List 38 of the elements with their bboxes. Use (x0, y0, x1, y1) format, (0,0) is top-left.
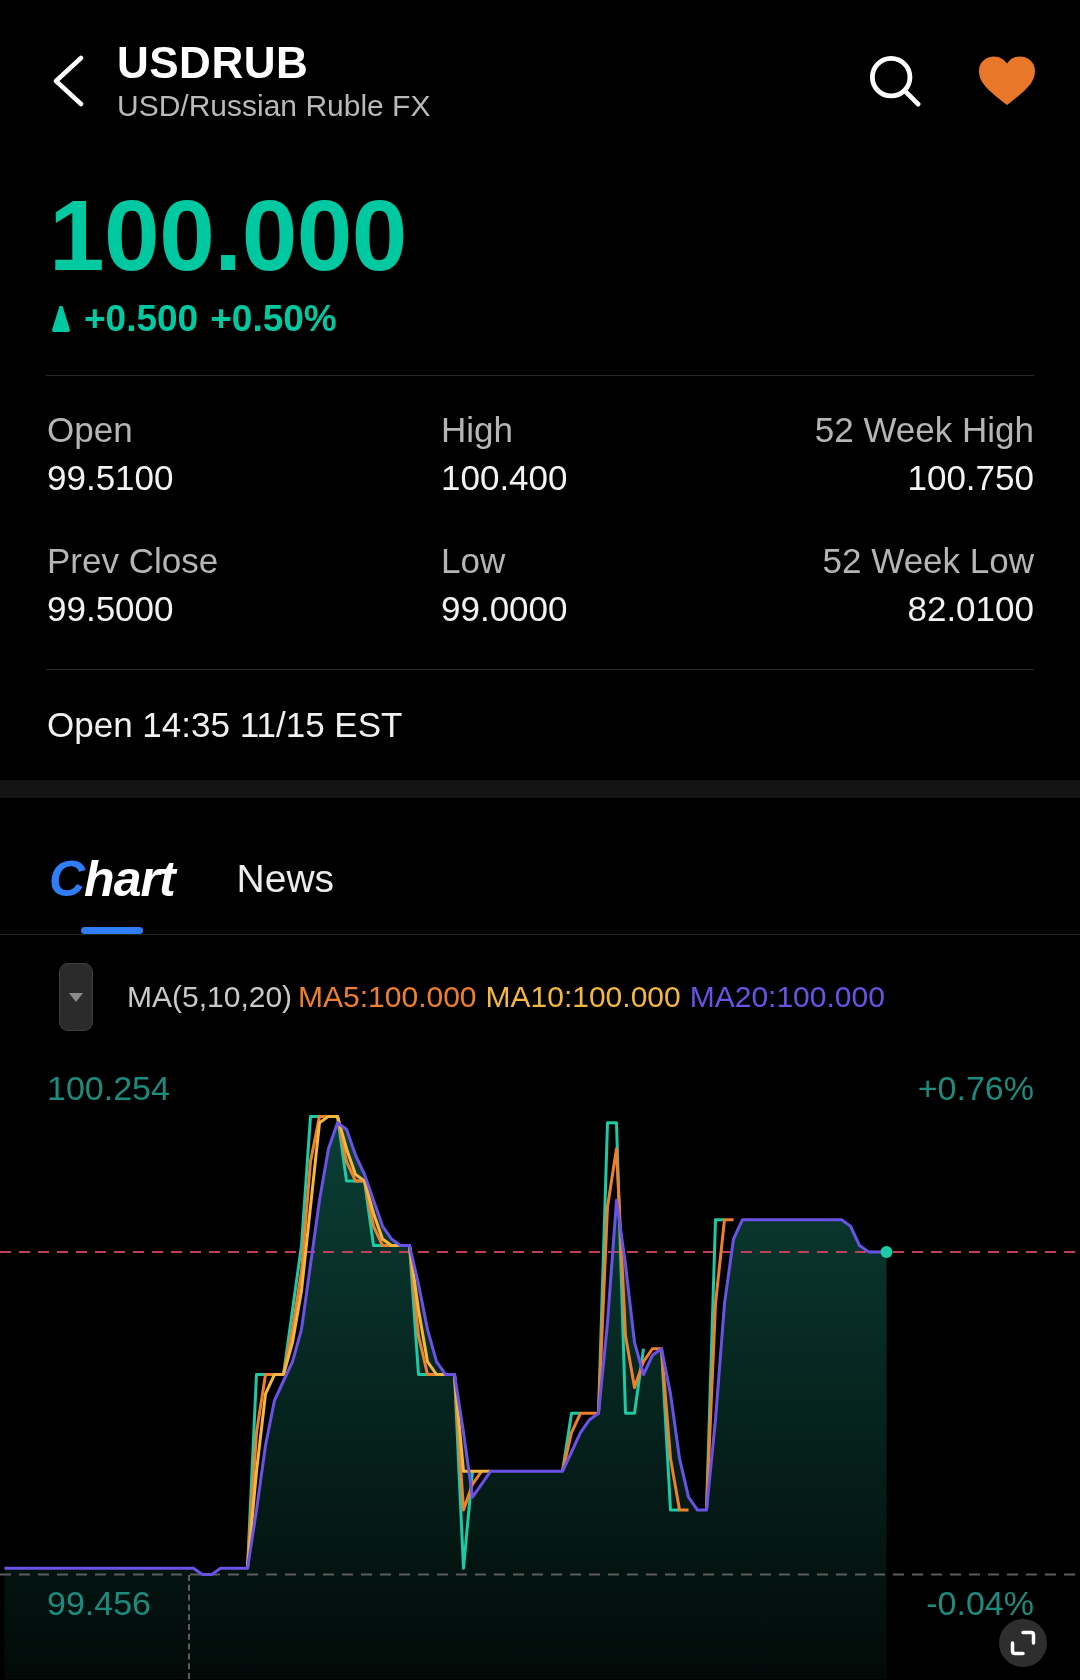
search-icon (869, 55, 921, 107)
stat-label: Prev Close (47, 540, 219, 582)
moving-average-reading: MA5:100.000 (298, 979, 477, 1015)
market-status: Open 14:35 11/15 EST (47, 705, 403, 744)
section-tab[interactable]: Chart (49, 848, 179, 934)
percent-change: +0.50% (210, 298, 337, 340)
moving-average-reading: MA10:100.000 (485, 979, 681, 1015)
stat-label: 52 Week Low (822, 540, 1034, 582)
axis-label: 99.456 (47, 1584, 151, 1622)
chevron-left-icon (51, 55, 85, 107)
stat-value: 100.750 (907, 457, 1034, 499)
moving-average-reading: MA20:100.000 (689, 979, 885, 1015)
section-tab[interactable]: News (236, 848, 339, 934)
stat-value: 100.400 (441, 457, 568, 499)
heart-icon[interactable] (977, 55, 1037, 107)
stat-label: High (441, 409, 513, 451)
percent-axis-label: +0.76% (917, 1069, 1034, 1107)
stat-label: 52 Week High (814, 409, 1034, 451)
stat-value: 99.5100 (47, 457, 174, 499)
symbol-title: USDRUB (117, 38, 310, 88)
last-price-marker (880, 1245, 893, 1258)
stat-label: Open (47, 409, 133, 451)
instrument-name: USD/Russian Ruble FX (117, 88, 432, 124)
axis-label: 100.254 (47, 1069, 170, 1107)
search-button[interactable] (869, 55, 921, 107)
price-value: 100.000 (49, 185, 407, 285)
stat-label: Low (441, 540, 506, 582)
percent-axis-label: -0.04% (926, 1584, 1034, 1622)
indicator-label: MA(5,10,20) (127, 979, 293, 1015)
expand-icon (1010, 1630, 1036, 1656)
stat-value: 82.0100 (907, 588, 1034, 630)
caret-down-icon (69, 992, 83, 1002)
stat-value: 99.0000 (441, 588, 568, 630)
fullscreen-button[interactable] (999, 1619, 1047, 1667)
price-change: +0.500 (84, 298, 199, 340)
back-button[interactable] (51, 55, 85, 107)
stat-value: 99.5000 (47, 588, 174, 630)
indicator-dropdown[interactable] (59, 963, 93, 1031)
